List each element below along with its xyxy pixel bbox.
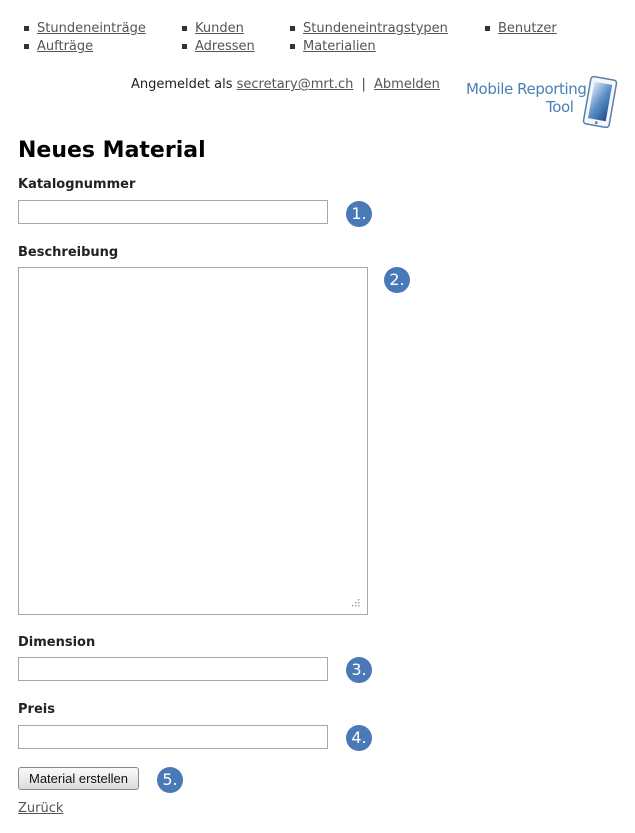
nav-column-3: Stundeneintragstypen Materialien [290, 20, 448, 56]
page-title: Neues Material [18, 138, 206, 163]
beschreibung-textarea[interactable] [18, 267, 368, 615]
user-email-link[interactable]: secretary@mrt.ch [237, 77, 354, 92]
login-status: Angemeldet als secretary@mrt.ch | Abmeld… [131, 77, 440, 92]
tablet-icon [582, 75, 618, 129]
nav-item-adressen: Adressen [182, 38, 255, 56]
nav-link-kunden[interactable]: Kunden [195, 21, 244, 36]
logo-text-line2: Tool [546, 98, 574, 116]
nav-item-stundeneintragstypen: Stundeneintragstypen [290, 20, 448, 38]
step-badge-5: 5. [157, 767, 183, 793]
step-badge-2: 2. [384, 267, 410, 293]
nav-column-2: Kunden Adressen [182, 20, 255, 56]
logged-in-prefix: Angemeldet als [131, 77, 233, 92]
nav-item-stundeneintraege: Stundeneinträge [24, 20, 146, 38]
nav-item-materialien: Materialien [290, 38, 448, 56]
nav-link-auftraege[interactable]: Aufträge [37, 39, 93, 54]
material-erstellen-button[interactable]: Material erstellen [18, 767, 139, 790]
katalognummer-label: Katalognummer [18, 177, 136, 192]
resize-grip-icon[interactable] [350, 597, 360, 607]
logout-link[interactable]: Abmelden [374, 77, 440, 92]
katalognummer-field[interactable] [18, 200, 328, 224]
preis-label: Preis [18, 702, 55, 717]
nav-item-auftraege: Aufträge [24, 38, 146, 56]
nav-item-kunden: Kunden [182, 20, 255, 38]
nav-item-benutzer: Benutzer [485, 20, 557, 38]
separator: | [361, 77, 366, 92]
step-badge-4: 4. [346, 725, 372, 751]
beschreibung-label: Beschreibung [18, 245, 119, 260]
step-badge-3: 3. [346, 657, 372, 683]
dimension-field[interactable] [18, 657, 328, 681]
back-link[interactable]: Zurück [18, 801, 63, 816]
nav-link-stundeneintragstypen[interactable]: Stundeneintragstypen [303, 21, 448, 36]
nav-link-adressen[interactable]: Adressen [195, 39, 255, 54]
nav-link-stundeneintraege[interactable]: Stundeneinträge [37, 21, 146, 36]
nav-column-4: Benutzer [485, 20, 557, 38]
nav-link-benutzer[interactable]: Benutzer [498, 21, 557, 36]
preis-field[interactable] [18, 725, 328, 749]
step-badge-1: 1. [346, 201, 372, 227]
nav-column-1: Stundeneinträge Aufträge [24, 20, 146, 56]
app-logo: Mobile Reporting Tool [464, 72, 620, 130]
dimension-label: Dimension [18, 635, 96, 650]
nav-link-materialien[interactable]: Materialien [303, 39, 376, 54]
logo-text-line1: Mobile Reporting [466, 80, 587, 98]
